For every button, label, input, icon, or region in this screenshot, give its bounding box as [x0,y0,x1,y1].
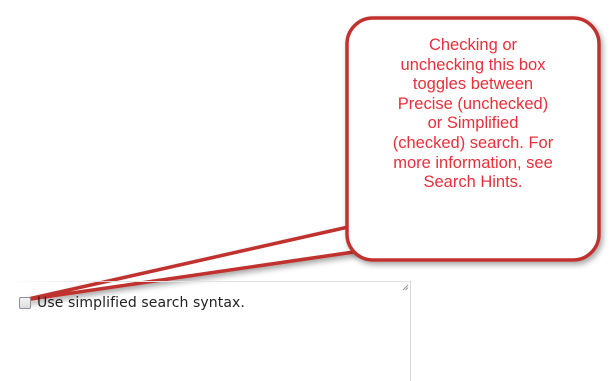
panel-top-divider [0,281,411,282]
simplified-syntax-checkbox[interactable] [19,297,31,309]
resize-grip-icon[interactable] [402,284,409,291]
callout-text: Checking or unchecking this box toggles … [392,36,554,192]
panel-right-divider [410,281,411,381]
simplified-syntax-option[interactable]: Use simplified search syntax. [19,295,245,311]
simplified-syntax-label[interactable]: Use simplified search syntax. [37,295,245,311]
search-options-panel: Use simplified search syntax. [0,281,412,381]
